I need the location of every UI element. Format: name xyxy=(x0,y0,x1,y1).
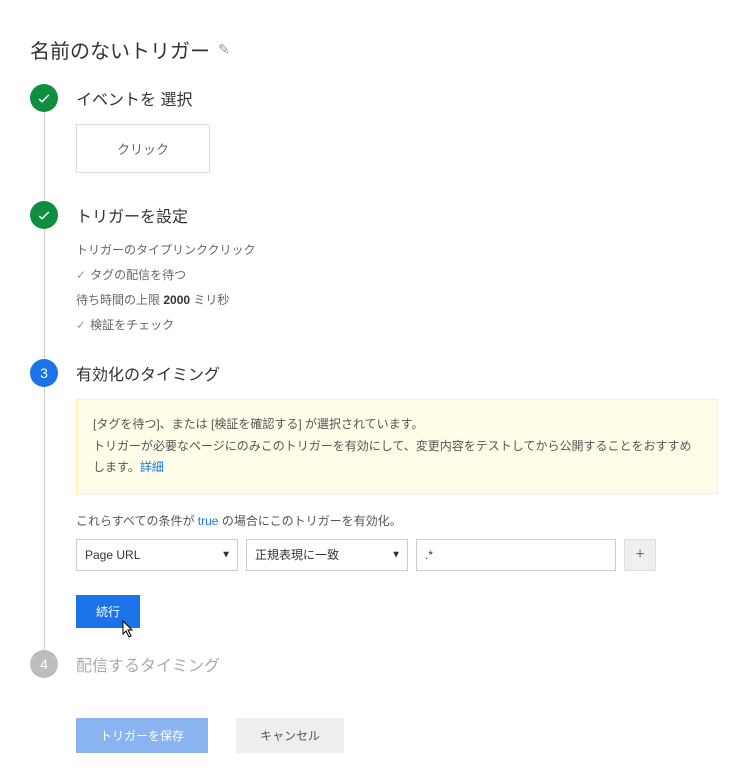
condition-label: これらすべての条件が true の場合にこのトリガーを有効化。 xyxy=(76,512,718,529)
timeout-label: 待ち時間の上限 xyxy=(76,293,160,307)
trigger-type-label: トリガーのタイプ xyxy=(76,243,172,257)
warning-notice: [タグを待つ]、または [検証を確認する] が選択されています。 トリガーが必要… xyxy=(76,399,718,494)
save-trigger-button[interactable]: トリガーを保存 xyxy=(76,718,208,753)
step3-title: 有効化のタイミング xyxy=(76,361,718,385)
step4-marker-pending: 4 xyxy=(30,650,58,678)
variable-select[interactable]: Page URL ▼ xyxy=(76,539,238,571)
cond-label-post: の場合にこのトリガーを有効化。 xyxy=(222,514,402,528)
step2-marker-done xyxy=(30,201,58,229)
condition-row: Page URL ▼ 正規表現に一致 ▼ + xyxy=(76,539,718,571)
notice-line2-wrap: トリガーが必要なページにのみこのトリガーを有効にして、変更内容をテストしてから公… xyxy=(93,436,701,479)
trigger-type-line: トリガーのタイプリンククリック xyxy=(76,241,718,258)
trigger-type-value: リンククリック xyxy=(172,243,256,257)
wait-tags-label: タグの配信を待つ xyxy=(90,268,186,282)
title-text: 名前のないトリガー xyxy=(30,35,210,64)
chevron-down-icon: ▼ xyxy=(391,549,401,560)
validation-label: 検証をチェック xyxy=(90,318,174,332)
operator-select[interactable]: 正規表現に一致 ▼ xyxy=(246,539,408,571)
step3-marker-active: 3 xyxy=(30,359,58,387)
footer-actions: トリガーを保存 キャンセル xyxy=(0,698,748,773)
cancel-button[interactable]: キャンセル xyxy=(236,718,344,753)
cond-label-true: true xyxy=(198,514,219,528)
timeout-line: 待ち時間の上限 2000 ミリ秒 xyxy=(76,291,718,308)
step-connector xyxy=(44,112,45,201)
add-condition-button[interactable]: + xyxy=(624,539,656,571)
event-selected-box[interactable]: クリック xyxy=(76,124,210,173)
step1-title: イベントを 選択 xyxy=(76,86,718,110)
step-connector xyxy=(44,387,45,650)
step-connector xyxy=(44,229,45,359)
timeout-unit: ミリ秒 xyxy=(193,293,229,307)
notice-line1: [タグを待つ]、または [検証を確認する] が選択されています。 xyxy=(93,414,701,436)
timeout-value: 2000 xyxy=(163,293,190,307)
chevron-down-icon: ▼ xyxy=(221,549,231,560)
condition-value-input[interactable] xyxy=(416,539,616,571)
continue-button[interactable]: 続行 xyxy=(76,595,140,628)
check-icon: ✓ xyxy=(76,318,86,332)
cond-label-pre: これらすべての条件が xyxy=(76,514,194,528)
notice-line2: トリガーが必要なページにのみこのトリガーを有効にして、変更内容をテストしてから公… xyxy=(93,439,691,475)
variable-select-value: Page URL xyxy=(85,548,140,562)
operator-select-value: 正規表現に一致 xyxy=(255,546,339,563)
check-icon: ✓ xyxy=(76,268,86,282)
page-title: 名前のないトリガー ✎ xyxy=(0,10,748,84)
validation-line: ✓ 検証をチェック xyxy=(76,316,718,333)
edit-icon[interactable]: ✎ xyxy=(218,41,230,58)
step1-marker-done xyxy=(30,84,58,112)
notice-details-link[interactable]: 詳細 xyxy=(140,460,164,474)
step2-title: トリガーを設定 xyxy=(76,203,718,227)
wait-tags-line: ✓ タグの配信を待つ xyxy=(76,266,718,283)
step4-title: 配信するタイミング xyxy=(76,652,718,676)
